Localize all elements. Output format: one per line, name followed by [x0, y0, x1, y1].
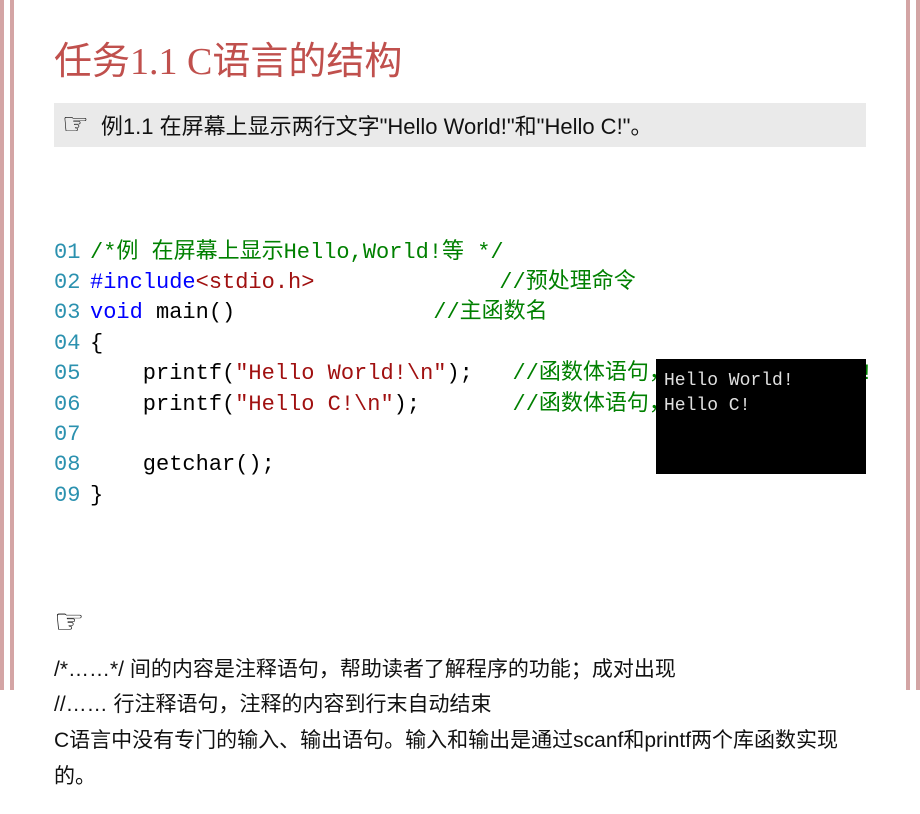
code-token: printf( — [90, 361, 235, 386]
code-token: "Hello World!\n" — [235, 361, 446, 386]
code-token: #include — [90, 270, 196, 295]
line-number: 09 — [54, 481, 90, 511]
code-line: 09} — [54, 481, 866, 511]
line-number: 07 — [54, 420, 90, 450]
code-token: void — [90, 300, 143, 325]
code-token: { — [90, 331, 103, 356]
line-number: 02 — [54, 268, 90, 298]
code-line: 01/*例 在屏幕上显示Hello,World!等 */ — [54, 238, 866, 268]
line-number: 05 — [54, 359, 90, 389]
line-number: 03 — [54, 298, 90, 328]
console-output: Hello World! Hello C! — [656, 359, 866, 474]
code-token: //预处理命令 — [499, 270, 635, 295]
code-token: /*例 在屏幕上显示Hello,World!等 */ — [90, 240, 504, 265]
code-line: 02#include<stdio.h> //预处理命令 — [54, 268, 866, 298]
code-token: main() — [143, 300, 433, 325]
notes-block: /*……*/ 间的内容是注释语句，帮助读者了解程序的功能；成对出现//…… 行注… — [54, 652, 866, 795]
line-number: 04 — [54, 329, 90, 359]
decorative-border-left — [0, 0, 14, 690]
code-token: ); — [394, 392, 513, 417]
note-line: C语言中没有专门的输入、输出语句。输入和输出是通过scanf和printf两个库… — [54, 723, 866, 794]
example-header: ☞ 例1.1 在屏幕上显示两行文字"Hello World!"和"Hello C… — [54, 103, 866, 147]
page-title: 任务1.1 C语言的结构 — [54, 30, 866, 85]
code-token: //主函数名 — [433, 300, 547, 325]
decorative-border-right — [906, 0, 920, 690]
line-number: 08 — [54, 450, 90, 480]
note-line: //…… 行注释语句，注释的内容到行末自动结束 — [54, 687, 866, 723]
slide-content: 任务1.1 C语言的结构 ☞ 例1.1 在屏幕上显示两行文字"Hello Wor… — [14, 0, 906, 814]
code-token: } — [90, 483, 103, 508]
pointer-icon: ☞ — [62, 110, 89, 140]
code-token — [314, 270, 499, 295]
code-token: <stdio.h> — [196, 270, 315, 295]
code-token: printf( — [90, 392, 235, 417]
code-token: getchar(); — [90, 452, 275, 477]
example-text: 例1.1 在屏幕上显示两行文字"Hello World!"和"Hello C!"… — [101, 109, 653, 141]
line-number: 06 — [54, 390, 90, 420]
line-number: 01 — [54, 238, 90, 268]
code-token: ); — [446, 361, 512, 386]
code-token: "Hello C!\n" — [235, 392, 393, 417]
note-line: /*……*/ 间的内容是注释语句，帮助读者了解程序的功能；成对出现 — [54, 652, 866, 688]
code-block: 01/*例 在屏幕上显示Hello,World!等 */02#include<s… — [54, 177, 866, 572]
code-line: 03void main() //主函数名 — [54, 298, 866, 328]
code-line: 04{ — [54, 329, 866, 359]
pointer-icon: ☞ — [54, 602, 866, 642]
